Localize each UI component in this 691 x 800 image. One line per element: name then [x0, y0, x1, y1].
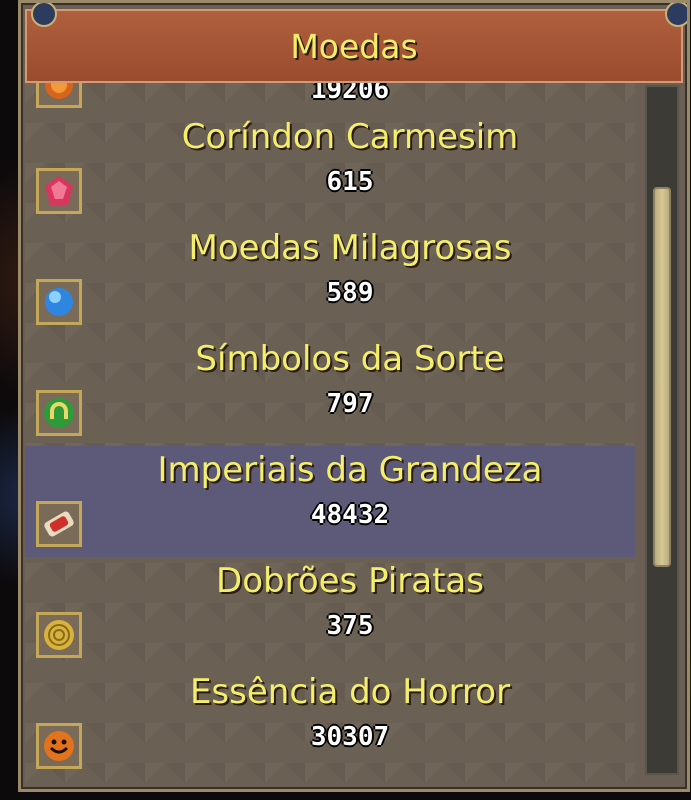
scrollbar-thumb[interactable]	[653, 187, 671, 567]
currency-amount: 589	[326, 278, 374, 308]
currency-amount: 615	[326, 167, 374, 197]
currency-row[interactable]: Moedas Milagrosas 589	[25, 224, 635, 335]
currency-row[interactable]: Essência do Horror 30307	[25, 668, 635, 779]
scrollbar-track[interactable]	[645, 85, 679, 775]
window-corner-ornament-right	[665, 3, 687, 27]
currency-row-selected[interactable]: Imperiais da Grandeza 48432	[25, 446, 635, 557]
currency-name: Dobrões Piratas	[216, 561, 484, 601]
currency-name: Essência do Horror	[189, 672, 511, 712]
currency-row[interactable]: Dobrões Piratas 375	[25, 557, 635, 668]
currency-window: Moedas 19206 Coríndon Carmesim 615 Moeda…	[18, 0, 690, 792]
currency-amount: 375	[326, 611, 374, 641]
currency-amount: 797	[326, 389, 374, 419]
currency-name: Coríndon Carmesim	[181, 117, 519, 157]
currency-row[interactable]: Coríndon Carmesim 615	[25, 113, 635, 224]
currency-list[interactable]: 19206 Coríndon Carmesim 615 Moedas Milag…	[25, 83, 635, 785]
window-corner-ornament-left	[31, 3, 57, 27]
currency-name: Imperiais da Grandeza	[157, 450, 543, 490]
currency-row[interactable]: Símbolos da Sorte 797	[25, 335, 635, 446]
currency-amount: 48432	[310, 500, 390, 530]
currency-amount: 30307	[310, 722, 390, 752]
currency-amount: 19206	[310, 83, 390, 105]
currency-row[interactable]: 19206	[25, 83, 635, 113]
currency-name: Moedas Milagrosas	[188, 228, 512, 268]
window-header: Moedas	[25, 9, 683, 83]
window-title: Moedas	[290, 26, 418, 66]
currency-name: Símbolos da Sorte	[195, 339, 505, 379]
